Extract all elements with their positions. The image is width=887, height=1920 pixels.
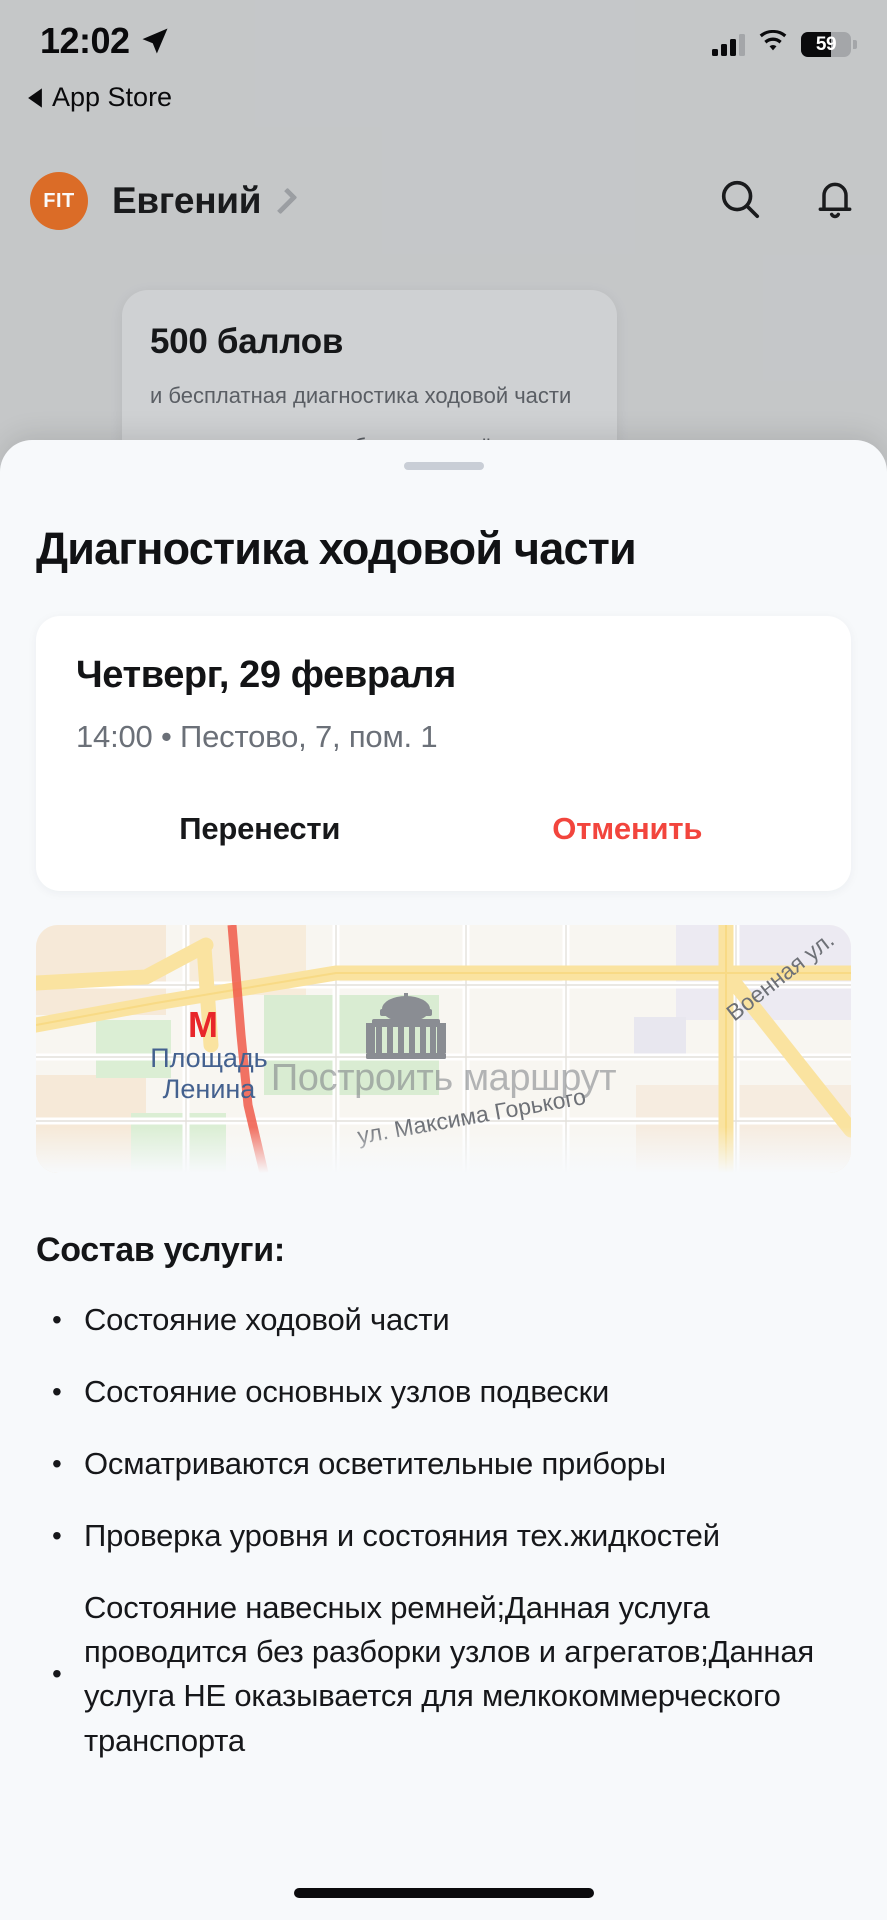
- status-indicators: 59: [712, 29, 857, 59]
- back-app-label: App Store: [52, 82, 173, 112]
- map-bottom-fade: [36, 1127, 851, 1174]
- metro-station-label: Площадь Ленина: [124, 1043, 294, 1103]
- status-time: 12:02: [40, 20, 130, 61]
- list-item: Состояние ходовой части: [36, 1298, 851, 1342]
- status-bar: 12:02 59 App Store: [0, 0, 887, 112]
- bonus-title: 500 баллов: [150, 322, 344, 361]
- map-preview[interactable]: М Площадь Ленина ул. Максима Горького Во…: [36, 925, 851, 1174]
- metro-label-line-2: Ленина: [162, 1073, 256, 1104]
- bottom-sheet: Диагностика ходовой части Четверг, 29 фе…: [0, 440, 887, 1920]
- avatar[interactable]: FIT: [30, 172, 88, 230]
- appointment-time-address: 14:00 • Пестово, 7, пом. 1: [76, 719, 438, 755]
- cellular-bars-icon: [712, 33, 745, 56]
- profile-name[interactable]: Евгений: [112, 180, 261, 222]
- appointment-actions: Перенести Отменить: [76, 811, 811, 891]
- appointment-card: Четверг, 29 февраля 14:00 • Пестово, 7, …: [36, 616, 851, 892]
- composition-list: Состояние ходовой части Состояние основн…: [36, 1298, 851, 1762]
- search-icon[interactable]: [717, 176, 763, 227]
- list-item: Осматриваются осветительные приборы: [36, 1442, 851, 1486]
- wifi-icon: [757, 29, 789, 59]
- bell-icon[interactable]: [813, 176, 857, 227]
- header-actions: [717, 176, 857, 227]
- list-item: Состояние основных узлов подвески: [36, 1370, 851, 1414]
- sheet-grabber[interactable]: [403, 462, 484, 470]
- chevron-right-icon[interactable]: [270, 187, 298, 215]
- bonus-subtitle-1: и бесплатная диагностика ходовой части: [150, 383, 572, 408]
- triangle-left-icon: [28, 87, 42, 108]
- battery-percent: 59: [815, 34, 837, 55]
- list-item: Состояние навесных ремней;Данная услуга …: [36, 1586, 851, 1762]
- app-header: FIT Евгений: [0, 148, 887, 254]
- home-indicator[interactable]: [293, 1888, 594, 1898]
- metro-label-line-1: Площадь: [150, 1043, 268, 1074]
- avatar-label: FIT: [43, 189, 75, 212]
- appointment-date: Четверг, 29 февраля: [76, 654, 456, 697]
- back-to-app-store[interactable]: App Store: [26, 82, 172, 113]
- location-arrow-icon: [140, 26, 170, 61]
- list-item: Проверка уровня и состояния тех.жидкосте…: [36, 1514, 851, 1558]
- composition-title: Состав услуги:: [36, 1231, 285, 1270]
- battery-icon: 59: [801, 32, 857, 57]
- cancel-button[interactable]: Отменить: [444, 811, 812, 847]
- page-title: Диагностика ходовой части: [36, 523, 637, 574]
- metro-marker-icon: М: [188, 1004, 218, 1046]
- reschedule-button[interactable]: Перенести: [76, 811, 444, 847]
